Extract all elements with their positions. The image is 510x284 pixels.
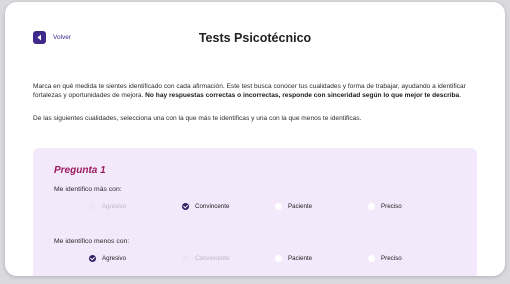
intro-bold: No hay respuestas correctas o incorrecta… bbox=[145, 92, 460, 99]
option-label: Convincente bbox=[195, 255, 230, 262]
option-label: Agresivo bbox=[102, 203, 127, 210]
option-label: Agresivo bbox=[102, 255, 127, 262]
radio-checked-icon[interactable] bbox=[182, 203, 189, 210]
least-option-paciente[interactable]: Paciente bbox=[275, 255, 312, 262]
instruction-text: De las siguientes cualidades, selecciona… bbox=[33, 115, 362, 122]
radio-unchecked[interactable] bbox=[368, 203, 375, 210]
option-label: Preciso bbox=[381, 203, 402, 210]
least-option-convincente: Convincente bbox=[182, 255, 229, 262]
most-option-paciente[interactable]: Paciente bbox=[275, 203, 312, 210]
test-card: Volver Tests Psicotécnico Marca en qué m… bbox=[5, 2, 505, 276]
option-label: Convincente bbox=[195, 203, 230, 210]
radio-checked-icon[interactable] bbox=[89, 255, 96, 262]
option-label: Preciso bbox=[381, 255, 402, 262]
page-title: Tests Psicotécnico bbox=[198, 31, 312, 45]
most-identified-label: Me identifico más con: bbox=[54, 186, 122, 193]
radio-unchecked[interactable] bbox=[275, 255, 282, 262]
intro-end: . bbox=[459, 92, 462, 99]
radio-unchecked[interactable] bbox=[368, 255, 375, 262]
question-title: Pregunta 1 bbox=[54, 165, 106, 176]
question-panel: Pregunta 1 Me identifico más con: Agresi… bbox=[33, 148, 477, 276]
least-identified-label: Me identifico menos con: bbox=[54, 238, 130, 245]
intro-text: Marca en qué medida te sientes identific… bbox=[33, 82, 485, 100]
radio-unchecked[interactable] bbox=[275, 203, 282, 210]
least-option-preciso[interactable]: Preciso bbox=[368, 255, 402, 262]
most-option-convincente[interactable]: Convincente bbox=[182, 203, 229, 210]
option-label: Paciente bbox=[288, 203, 313, 210]
least-option-agresivo[interactable]: Agresivo bbox=[89, 255, 126, 262]
radio-disabled bbox=[182, 255, 189, 262]
option-label: Paciente bbox=[288, 255, 313, 262]
radio-disabled bbox=[89, 203, 96, 210]
most-option-preciso[interactable]: Preciso bbox=[368, 203, 402, 210]
most-option-agresivo: Agresivo bbox=[89, 203, 126, 210]
